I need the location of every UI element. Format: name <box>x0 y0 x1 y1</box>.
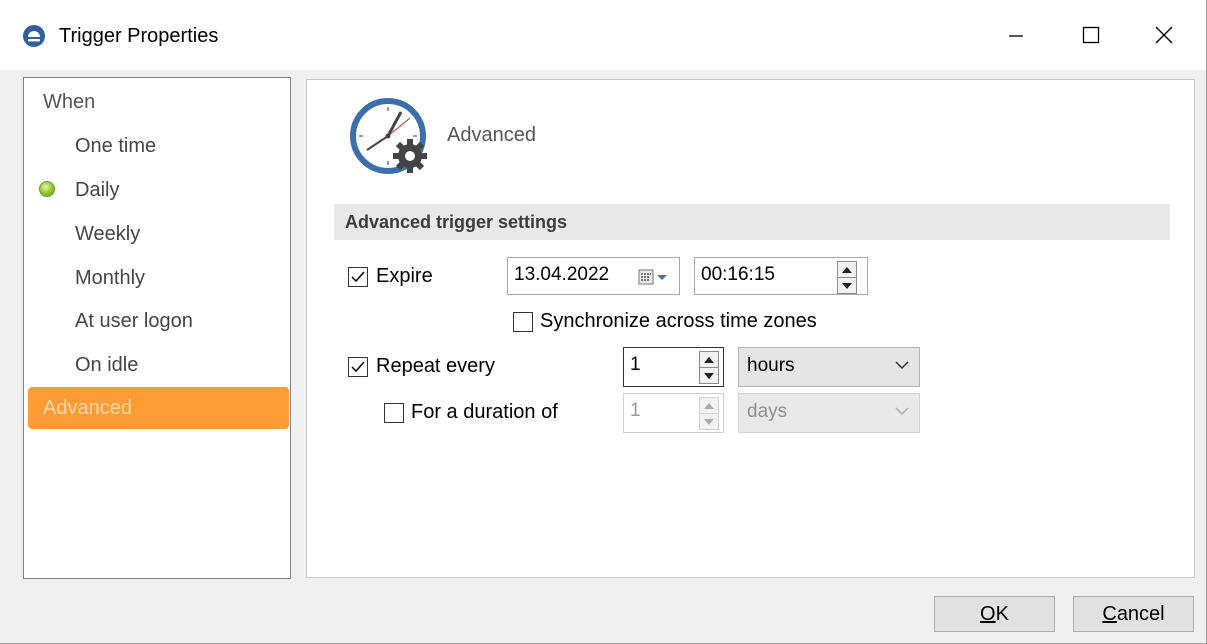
expire-checkbox[interactable] <box>348 267 368 287</box>
arrow-up-icon <box>704 402 714 409</box>
duration-value-spinner[interactable] <box>699 397 719 431</box>
nav-item-at-user-logon[interactable]: At user logon <box>75 301 193 341</box>
app-icon <box>23 25 45 47</box>
arrow-up-icon <box>842 266 852 273</box>
nav-item-daily[interactable]: Daily <box>75 170 119 210</box>
chevron-down-icon <box>895 361 909 370</box>
spin-down-button[interactable] <box>699 413 719 430</box>
minimize-icon <box>1009 35 1023 37</box>
repeat-every-checkbox[interactable] <box>348 357 368 377</box>
cancel-label-rest: ancel <box>1116 603 1165 625</box>
repeat-unit-select[interactable]: hours <box>738 347 920 387</box>
trigger-type-nav: When One time Daily Weekly Monthly At us… <box>23 77 291 579</box>
expire-time-spinner[interactable] <box>837 261 857 295</box>
nav-item-on-idle[interactable]: On idle <box>75 345 138 385</box>
repeat-value: 1 <box>630 354 641 375</box>
checkmark-icon <box>351 361 365 373</box>
minimize-button[interactable] <box>988 10 1044 60</box>
maximize-icon <box>1082 26 1100 44</box>
expire-date-value: 13.04.2022 <box>514 264 610 285</box>
checkmark-icon <box>351 271 365 283</box>
duration-unit-select[interactable]: days <box>738 393 920 433</box>
expire-time-value: 00:16:15 <box>701 264 775 285</box>
close-icon <box>1155 26 1173 44</box>
expire-label: Expire <box>376 265 433 287</box>
window-title: Trigger Properties <box>59 25 219 47</box>
expire-date-field[interactable]: 13.04.2022 <box>507 257 680 295</box>
active-indicator-icon <box>39 181 55 197</box>
nav-item-advanced[interactable]: Advanced <box>28 387 289 429</box>
calendar-dropdown-icon[interactable] <box>638 269 672 285</box>
spin-down-button[interactable] <box>837 277 857 294</box>
nav-item-one-time[interactable]: One time <box>75 126 156 166</box>
duration-label: For a duration of <box>411 401 558 423</box>
repeat-unit-value: hours <box>747 355 795 376</box>
clock-gear-icon <box>350 98 427 174</box>
section-title: Advanced trigger settings <box>345 212 568 232</box>
duration-unit-value: days <box>747 401 788 422</box>
repeat-value-spinner[interactable] <box>699 351 719 385</box>
arrow-down-icon <box>704 418 714 425</box>
chevron-down-icon <box>895 407 909 416</box>
spin-up-button[interactable] <box>699 351 719 368</box>
arrow-down-icon <box>704 372 714 379</box>
title-bar: Trigger Properties <box>0 0 1206 70</box>
ok-label-rest: K <box>995 603 1009 625</box>
maximize-button[interactable] <box>1063 10 1119 60</box>
ok-button[interactable]: OK <box>934 596 1055 632</box>
duration-checkbox[interactable] <box>384 403 404 423</box>
trigger-properties-window: Trigger Properties When One time Daily W… <box>0 0 1207 644</box>
cancel-button[interactable]: Cancel <box>1073 596 1194 632</box>
nav-heading-when: When <box>43 91 96 113</box>
advanced-settings-panel: Advanced Advanced trigger settings Expir… <box>306 79 1195 578</box>
arrow-up-icon <box>704 356 714 363</box>
nav-item-weekly[interactable]: Weekly <box>75 214 140 254</box>
section-header: Advanced trigger settings <box>334 204 1170 240</box>
spin-down-button[interactable] <box>699 367 719 384</box>
nav-item-monthly[interactable]: Monthly <box>75 258 145 298</box>
close-button[interactable] <box>1136 10 1192 60</box>
page-title: Advanced <box>447 124 536 146</box>
repeat-every-label: Repeat every <box>376 355 495 377</box>
spin-up-button[interactable] <box>699 397 719 414</box>
sync-time-zones-label: Synchronize across time zones <box>540 310 817 332</box>
sync-time-zones-checkbox[interactable] <box>513 312 533 332</box>
arrow-down-icon <box>842 282 852 289</box>
duration-value: 1 <box>630 400 641 421</box>
spin-up-button[interactable] <box>837 261 857 278</box>
ok-mnemonic: O <box>980 603 996 625</box>
cancel-mnemonic: C <box>1102 603 1117 625</box>
